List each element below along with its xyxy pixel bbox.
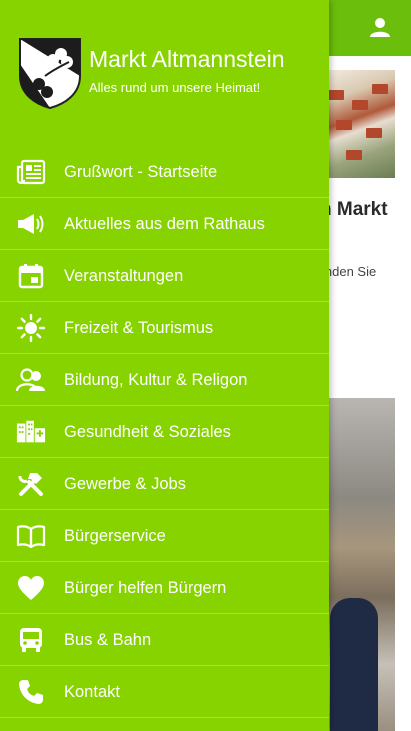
menu-item-label: Gewerbe & Jobs (64, 475, 186, 493)
menu-item-label: Gesundheit & Soziales (64, 423, 231, 441)
book-icon (16, 522, 46, 550)
mayor-photo (322, 398, 395, 731)
drawer-menu: Grußwort - Startseite Aktuelles aus dem … (0, 146, 329, 718)
welcome-text-fragment: inden Sie (322, 264, 377, 279)
menu-item-buergerservice[interactable]: Bürgerservice (0, 510, 329, 562)
menu-item-kontakt[interactable]: Kontakt (0, 666, 329, 718)
menu-item-label: Bildung, Kultur & Religon (64, 371, 248, 389)
navigation-drawer: Markt Altmannstein Alles rund um unsere … (0, 0, 329, 731)
town-aerial-image (322, 70, 395, 178)
menu-item-bus-bahn[interactable]: Bus & Bahn (0, 614, 329, 666)
drawer-header: Markt Altmannstein Alles rund um unsere … (0, 0, 329, 145)
bus-icon (16, 626, 46, 654)
menu-item-bildung[interactable]: Bildung, Kultur & Religon (0, 354, 329, 406)
app-title: Markt Altmannstein (89, 46, 285, 72)
menu-item-gewerbe[interactable]: Gewerbe & Jobs (0, 458, 329, 510)
menu-item-veranstaltungen[interactable]: Veranstaltungen (0, 250, 329, 302)
menu-item-label: Aktuelles aus dem Rathaus (64, 215, 265, 233)
tools-icon (16, 470, 46, 498)
coat-of-arms-logo (17, 36, 83, 110)
menu-item-aktuelles[interactable]: Aktuelles aus dem Rathaus (0, 198, 329, 250)
menu-item-gesundheit[interactable]: Gesundheit & Soziales (0, 406, 329, 458)
menu-item-buerger-helfen[interactable]: Bürger helfen Bürgern (0, 562, 329, 614)
menu-item-label: Veranstaltungen (64, 267, 184, 285)
newspaper-icon (16, 158, 46, 186)
app-tagline: Alles rund um unsere Heimat! (89, 80, 261, 95)
welcome-heading-fragment: n Markt (320, 199, 388, 220)
user-icon[interactable] (369, 16, 391, 38)
city-icon (16, 418, 46, 446)
sun-icon (16, 314, 46, 342)
menu-item-label: Kontakt (64, 683, 120, 701)
menu-item-label: Freizeit & Tourismus (64, 319, 214, 337)
people-icon (16, 366, 46, 394)
menu-item-label: Grußwort - Startseite (64, 163, 218, 181)
menu-item-label: Bürger helfen Bürgern (64, 579, 227, 597)
menu-item-freizeit[interactable]: Freizeit & Tourismus (0, 302, 329, 354)
menu-item-grusswort[interactable]: Grußwort - Startseite (0, 146, 329, 198)
heart-icon (16, 574, 46, 602)
phone-icon (16, 678, 46, 706)
menu-item-label: Bürgerservice (64, 527, 166, 545)
menu-item-label: Bus & Bahn (64, 631, 152, 649)
megaphone-icon (16, 210, 46, 238)
calendar-icon (16, 262, 46, 290)
